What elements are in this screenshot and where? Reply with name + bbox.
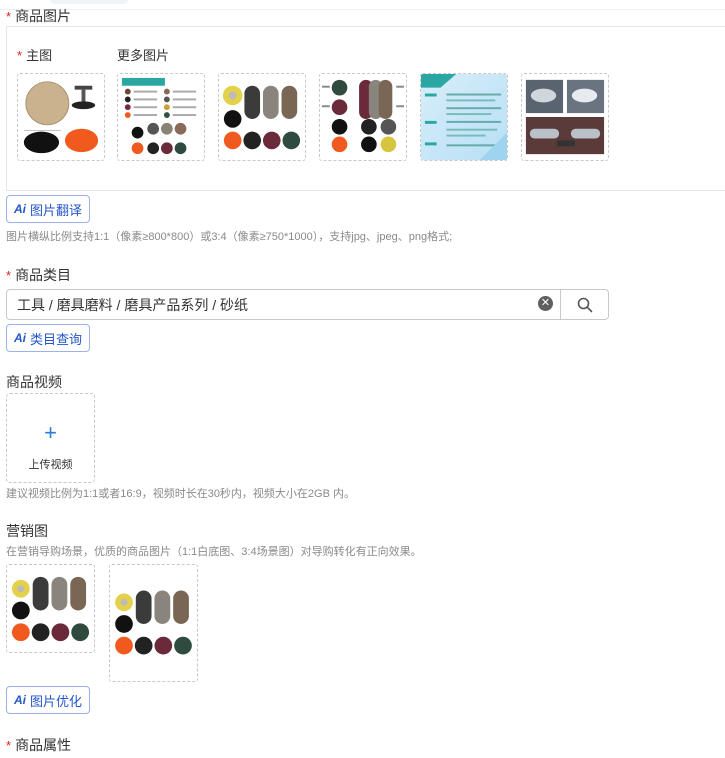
- required-mark: *: [17, 48, 23, 63]
- marketing-hint: 在营销导购场景，优质的商品图片（1:1白底图、3:4场景图）对导购转化有正向效果…: [6, 546, 422, 558]
- category-search-button[interactable]: [560, 289, 609, 320]
- clear-icon[interactable]: ✕: [538, 296, 553, 311]
- category-query-label: 类目查询: [30, 331, 83, 347]
- more-image-thumbnail[interactable]: [319, 73, 407, 161]
- main-image-label: * 主图: [17, 45, 52, 64]
- required-mark: *: [6, 268, 12, 283]
- spec-sheet-image: [421, 74, 507, 160]
- top-tab-strip: [0, 0, 725, 10]
- main-image-label-text: 主图: [26, 48, 53, 63]
- image-optimize-label: 图片优化: [30, 693, 83, 709]
- more-image-thumbnail[interactable]: [117, 73, 205, 161]
- plus-icon: +: [44, 420, 57, 445]
- sanding-pad-image: [18, 74, 104, 160]
- marketing-image-square[interactable]: [6, 564, 95, 653]
- marketing-discs-image: [7, 565, 94, 652]
- video-hint: 建议视频比例为1:1或者16:9，视频时长在30秒内，视频大小在2GB 内。: [6, 488, 356, 500]
- discs-grid-image: [219, 74, 305, 160]
- attributes-label-text: 商品属性: [15, 737, 72, 753]
- active-tab-indicator: [50, 0, 128, 4]
- more-image-thumbnail[interactable]: [420, 73, 508, 161]
- product-images-hint: 图片横纵比例支持1:1（像素≥800*800）或3:4（像素≥750*1000）…: [6, 231, 453, 243]
- product-images-label: * 商品图片: [6, 6, 71, 26]
- more-image-thumbnail[interactable]: [521, 73, 609, 161]
- ai-icon: Ai: [14, 202, 26, 216]
- image-translate-button[interactable]: Ai 图片翻译: [6, 195, 91, 223]
- more-images-label: 更多图片: [117, 48, 170, 63]
- category-label: * 商品类目: [6, 265, 71, 285]
- attributes-label: * 商品属性: [6, 735, 71, 755]
- image-translate-label: 图片翻译: [30, 202, 83, 218]
- category-value: 工具 / 磨具磨料 / 磨具产品系列 / 砂纸: [17, 296, 249, 313]
- color-chart-image: [118, 74, 204, 160]
- category-query-button[interactable]: Ai 类目查询: [6, 324, 91, 352]
- marketing-label: 营销图: [6, 523, 48, 539]
- marketing-discs-portrait-image: [110, 565, 197, 681]
- required-mark: *: [6, 738, 12, 753]
- marketing-image-portrait[interactable]: [109, 564, 198, 682]
- car-headlights-image: [522, 74, 608, 160]
- ai-icon: Ai: [14, 693, 26, 707]
- category-input[interactable]: 工具 / 磨具磨料 / 磨具产品系列 / 砂纸: [6, 289, 561, 320]
- main-image-thumbnail[interactable]: [17, 73, 105, 161]
- video-label: 商品视频: [6, 374, 62, 390]
- more-image-thumbnail[interactable]: [218, 73, 306, 161]
- upload-video-label: 上传视频: [28, 459, 73, 471]
- ai-icon: Ai: [14, 331, 26, 345]
- required-mark: *: [6, 9, 12, 24]
- product-images-label-text: 商品图片: [15, 8, 72, 24]
- category-label-text: 商品类目: [15, 267, 72, 283]
- search-icon: [577, 297, 593, 313]
- image-optimize-button[interactable]: Ai 图片优化: [6, 686, 91, 714]
- upload-video-button[interactable]: + 上传视频: [6, 393, 95, 483]
- discs-labeled-image: [320, 74, 406, 160]
